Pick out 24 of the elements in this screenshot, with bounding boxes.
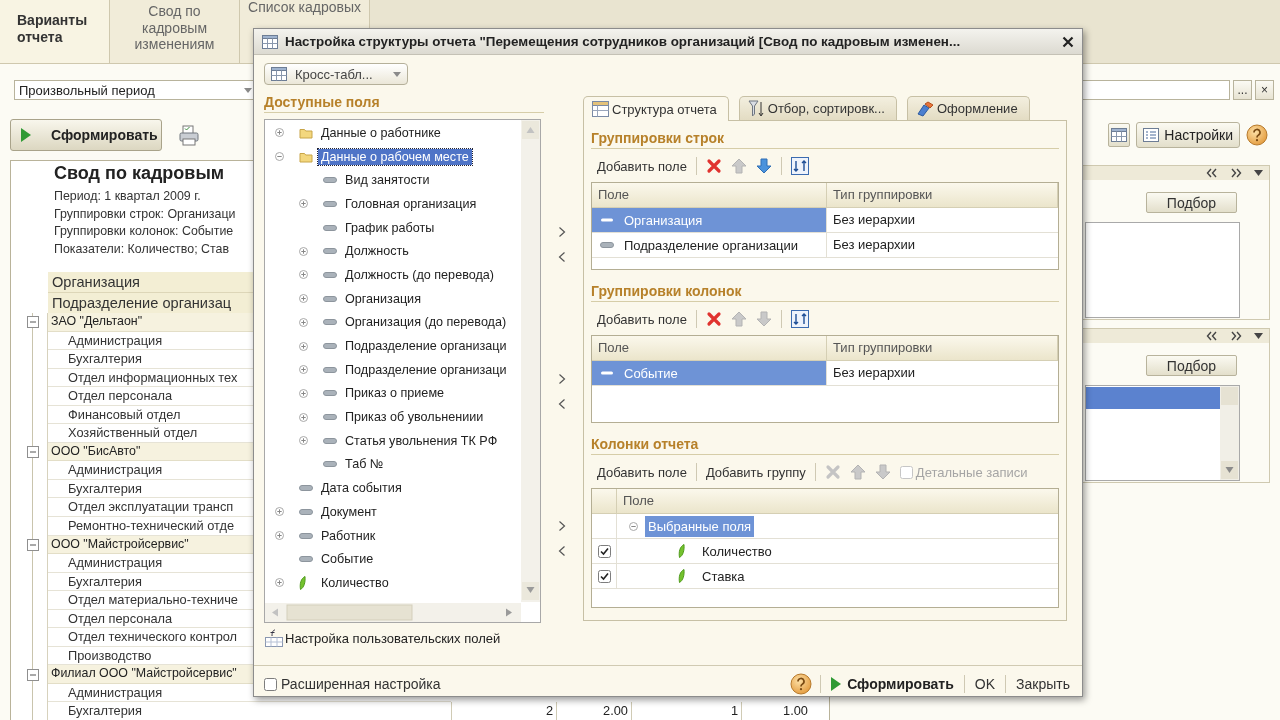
report-info-line: Период: 1 квартал 2009 г. — [54, 188, 201, 205]
checkbox-label: Детальные записи — [915, 464, 1028, 480]
report-info-line: Группировки колонок: Событие — [54, 223, 234, 241]
report-title: Свод по кадровым — [54, 163, 225, 185]
section-heading: Группировки строк — [591, 129, 1059, 149]
table-cell-text: Без иерархии — [832, 236, 917, 254]
number-cell: 2 — [451, 702, 556, 720]
window-title: Настройка структуры отчета "Перемещения сотрудников организаций [Свод по кадровым изменен... — [285, 34, 962, 49]
column-header: Поле — [592, 336, 827, 360]
number-cell: 1 — [631, 702, 741, 720]
number-cell: 1.00 — [741, 702, 811, 720]
number-cell: 2.00 — [556, 702, 631, 720]
section-heading: Колонки отчета — [591, 435, 1059, 455]
column-header: Поле — [592, 183, 827, 207]
column-header: Поле — [622, 492, 656, 510]
report-info-line: Группировки строк: Организаци — [54, 205, 236, 223]
table-cell-text: Без иерархии — [832, 364, 917, 382]
section-heading: Доступные поля — [264, 93, 544, 113]
column-header: Тип группировки — [827, 336, 1058, 360]
report-info-line: Показатели: Количество; Став — [54, 240, 229, 258]
column-header: Тип группировки — [827, 183, 1058, 207]
table-cell: Бухгалтерия — [48, 702, 451, 720]
section-heading: Группировки колонок — [591, 282, 1059, 302]
table-cell-text: Без иерархии — [832, 211, 917, 229]
